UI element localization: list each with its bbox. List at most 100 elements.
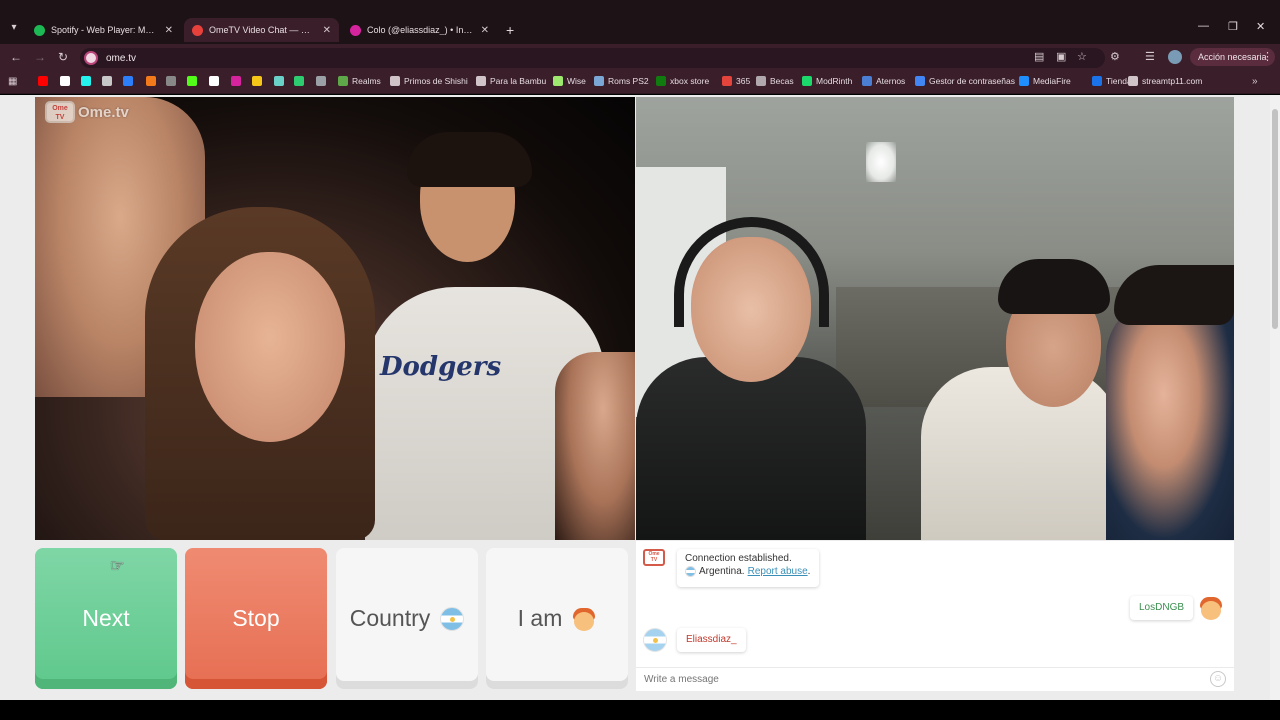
next-button[interactable]: Next (35, 548, 177, 689)
address-bar[interactable]: ome.tv (80, 48, 1105, 68)
bookmark-icon (594, 76, 604, 86)
bookmark-label: Roms PS2 (608, 76, 649, 86)
bookmark-item[interactable]: Para la Bambu (476, 76, 546, 86)
close-tab-icon[interactable]: ✕ (481, 25, 489, 36)
bookmark-icon (862, 76, 872, 86)
bookmark-item[interactable] (60, 76, 74, 86)
back-icon[interactable]: ← (10, 50, 22, 64)
tab-search-icon[interactable]: ▾ (6, 20, 22, 36)
bookmark-label: xbox store (670, 76, 710, 86)
bookmark-item[interactable]: Roms PS2 (594, 76, 649, 86)
gender-button[interactable]: I am (486, 548, 628, 689)
bookmark-item[interactable]: streamtp11.com (1128, 76, 1202, 86)
bookmark-item[interactable]: Primos de Shishi (390, 76, 468, 86)
bookmark-label: Realms (352, 76, 381, 86)
bookmark-icon (1128, 76, 1138, 86)
ometv-tv-icon: Ome TV (45, 101, 75, 123)
bookmark-star-icon[interactable]: ☆ (1077, 50, 1087, 63)
close-tab-icon[interactable]: ✕ (165, 25, 173, 36)
forward-icon[interactable]: → (34, 50, 46, 64)
person-middle-boy (921, 367, 1121, 540)
extensions-icon[interactable]: ⚙ (1110, 50, 1120, 63)
hair-tall (407, 132, 532, 187)
bookmark-label: 365 (736, 76, 751, 86)
apps-icon[interactable]: ▦ (8, 76, 17, 87)
tab-spotify[interactable]: Spotify - Web Player: Music for ✕ (26, 18, 181, 42)
stop-button[interactable]: Stop (185, 548, 327, 689)
bookmark-item[interactable]: Realms (338, 76, 381, 86)
bookmark-icon (252, 76, 262, 86)
tab-ometv[interactable]: OmeTV Video Chat — Ome ✕ (184, 18, 339, 42)
menu-icon[interactable]: ⋮ (1262, 50, 1273, 63)
message-input[interactable] (636, 667, 1234, 691)
bookmark-item[interactable]: Tienda (1092, 76, 1132, 86)
bookmark-item[interactable] (166, 76, 180, 86)
bookmark-icon (1092, 76, 1102, 86)
close-window-icon[interactable]: ✕ (1256, 20, 1265, 33)
bookmark-item[interactable] (209, 76, 223, 86)
bookmark-icon (274, 76, 284, 86)
bookmark-item[interactable] (252, 76, 266, 86)
bookmark-item[interactable] (231, 76, 245, 86)
bookmark-icon (60, 76, 70, 86)
bookmark-item[interactable] (187, 76, 201, 86)
bookmark-item[interactable]: Wise (553, 76, 586, 86)
person-right-boy (1106, 297, 1234, 540)
country-button[interactable]: Country (336, 548, 478, 689)
bookmark-icon (316, 76, 326, 86)
minimize-icon[interactable]: — (1198, 20, 1209, 32)
bookmark-item[interactable]: xbox store (656, 76, 709, 86)
hair-middle-boy (998, 259, 1110, 314)
bookmark-icon (338, 76, 348, 86)
instagram-icon (350, 24, 361, 36)
report-abuse-link[interactable]: Report abuse (748, 566, 808, 577)
more-bookmarks-icon[interactable]: » (1252, 76, 1258, 87)
bookmark-icon (123, 76, 133, 86)
mouse-cursor-icon: ☞ (110, 558, 125, 575)
close-tab-icon[interactable]: ✕ (323, 25, 331, 36)
bookmark-item[interactable]: Aternos (862, 76, 905, 86)
bookmark-icon (476, 76, 486, 86)
bookmark-icon (209, 76, 219, 86)
bookmark-label: Aternos (876, 76, 906, 86)
bookmark-label: Primos de Shishi (404, 76, 468, 86)
bookmark-item[interactable] (38, 76, 52, 86)
bookmark-icon (915, 76, 925, 86)
reload-icon[interactable]: ↻ (58, 50, 68, 64)
bookmark-item[interactable]: Gestor de contraseñas (915, 76, 1015, 86)
wall-light (866, 142, 896, 182)
bookmark-item[interactable] (294, 76, 308, 86)
install-app-icon[interactable]: ▣ (1056, 50, 1066, 63)
argentina-flag-icon (440, 606, 465, 631)
bookmark-label: Para la Bambu (490, 76, 547, 86)
media-control-icon[interactable]: ☰ (1145, 50, 1155, 63)
bookmark-item[interactable]: Becas (756, 76, 794, 86)
bookmark-item[interactable] (146, 76, 160, 86)
bookmark-item[interactable] (102, 76, 116, 86)
bookmark-item[interactable] (316, 76, 330, 86)
new-tab-button[interactable]: + (506, 22, 514, 38)
face-girl (195, 252, 345, 442)
ometv-logo: Ome TV Ome.tv (45, 101, 129, 123)
bookmark-icon (1019, 76, 1029, 86)
bookmark-item[interactable] (81, 76, 95, 86)
emoji-icon[interactable]: ☺ (1210, 671, 1226, 687)
bookmark-item[interactable]: ModRinth (802, 76, 852, 86)
site-info-icon[interactable] (84, 51, 98, 65)
bookmark-item[interactable]: 365 (722, 76, 750, 86)
tab-instagram[interactable]: Colo (@eliassdiaz_) • Instagram ✕ (342, 18, 497, 42)
bookmark-icon (38, 76, 48, 86)
self-video (636, 97, 1234, 540)
profile-avatar[interactable] (1168, 50, 1182, 64)
bookmark-item[interactable] (123, 76, 137, 86)
person-headset-boy (636, 357, 866, 540)
translate-icon[interactable]: ▤ (1034, 50, 1044, 63)
scrollbar-thumb[interactable] (1272, 109, 1278, 329)
bookmark-label: Becas (770, 76, 794, 86)
bookmark-label: ModRinth (816, 76, 853, 86)
restore-icon[interactable]: ❐ (1228, 20, 1238, 33)
bookmark-item[interactable] (274, 76, 288, 86)
bookmark-item[interactable]: MediaFire (1019, 76, 1071, 86)
shirt-logo-text: Dodgers (380, 352, 502, 382)
scrollbar[interactable] (1270, 95, 1280, 700)
